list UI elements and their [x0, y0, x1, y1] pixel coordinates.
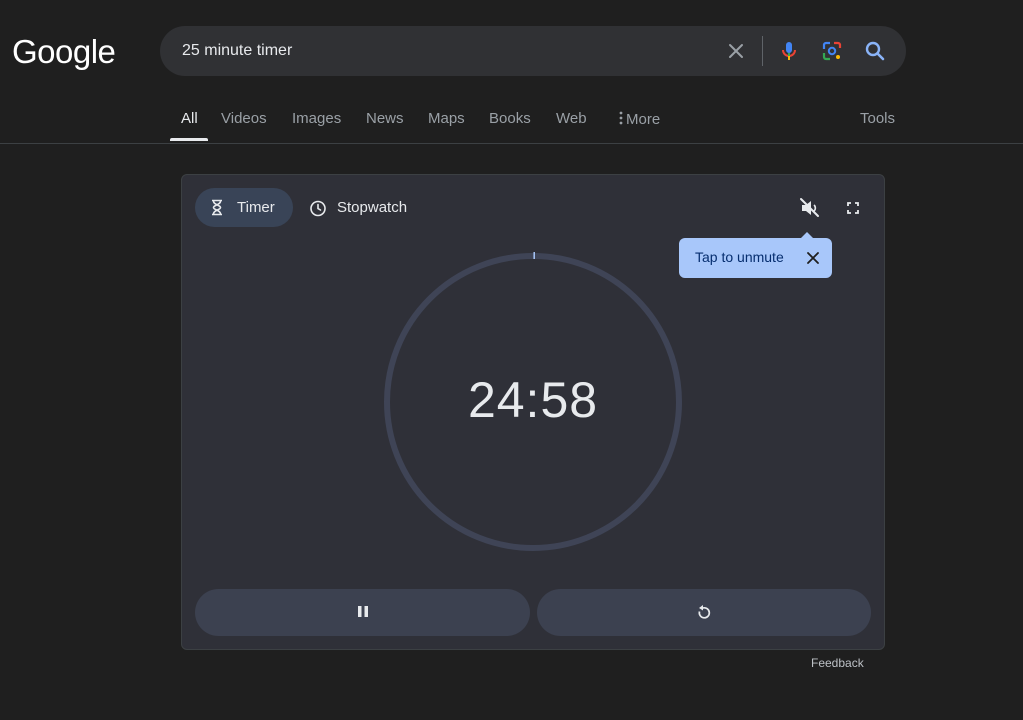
search-input[interactable] — [182, 26, 702, 76]
more-vert-icon — [619, 111, 623, 125]
search-bar — [160, 26, 906, 76]
tab-more-label: More — [626, 111, 661, 128]
tab-maps[interactable]: Maps — [428, 110, 465, 127]
tools-button[interactable]: Tools — [860, 110, 895, 127]
timer-mode-label: Timer — [237, 199, 275, 216]
timer-display: 24:58 — [467, 372, 599, 428]
microphone-icon[interactable] — [777, 39, 801, 63]
search-divider — [762, 36, 763, 66]
reset-button[interactable] — [537, 589, 871, 636]
stopwatch-mode-label: Stopwatch — [337, 199, 408, 216]
close-icon[interactable] — [803, 248, 823, 268]
timer-mode-button[interactable]: Timer — [195, 188, 293, 227]
feedback-link[interactable]: Feedback — [811, 656, 864, 670]
tab-web[interactable]: Web — [556, 110, 587, 127]
hourglass-icon — [212, 199, 222, 216]
pause-button[interactable] — [195, 589, 530, 636]
reset-icon — [698, 605, 711, 619]
tab-books[interactable]: Books — [489, 110, 531, 127]
tab-images[interactable]: Images — [292, 110, 341, 127]
active-tab-indicator — [170, 138, 208, 141]
tab-videos[interactable]: Videos — [221, 110, 267, 127]
timer-card: Timer Stopwatch Tap to unmute 24:58 — [181, 174, 885, 650]
search-tabs: All Videos Images News Maps Books Web Mo… — [0, 100, 1023, 144]
google-lens-icon[interactable] — [820, 39, 844, 63]
tooltip-text: Tap to unmute — [695, 249, 784, 265]
google-logo[interactable]: Google — [12, 33, 116, 71]
tab-all[interactable]: All — [181, 110, 198, 127]
pause-icon — [358, 606, 368, 617]
tab-more[interactable]: More — [616, 110, 660, 128]
fullscreen-icon[interactable] — [839, 194, 867, 222]
unmute-tooltip[interactable]: Tap to unmute — [679, 232, 832, 278]
stopwatch-mode-button[interactable]: Stopwatch — [309, 188, 419, 227]
volume-off-icon[interactable] — [796, 194, 824, 222]
close-icon[interactable] — [724, 39, 748, 63]
tab-news[interactable]: News — [366, 110, 404, 127]
clock-icon — [310, 200, 326, 217]
search-icon[interactable] — [863, 39, 887, 63]
